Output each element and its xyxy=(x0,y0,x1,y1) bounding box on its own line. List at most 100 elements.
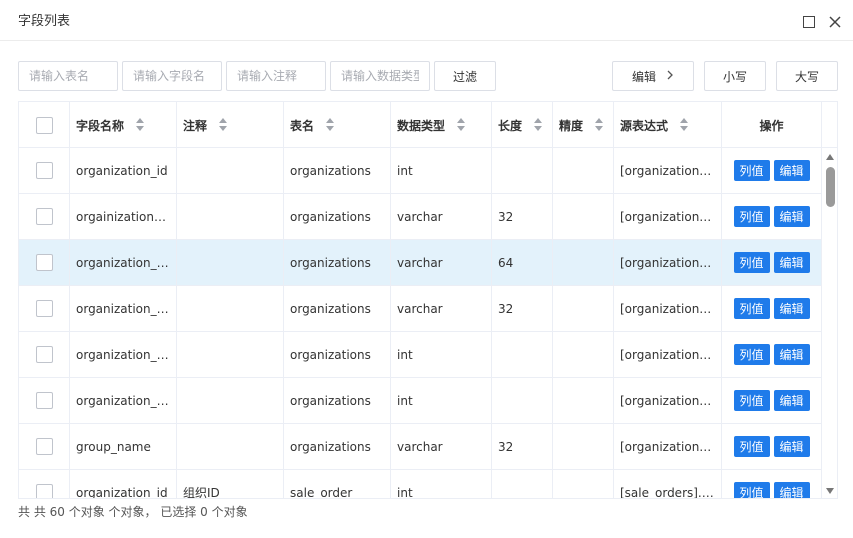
field-name: organization_name xyxy=(76,255,176,270)
header-select-all xyxy=(19,102,70,148)
comment-cell xyxy=(177,148,284,193)
field-name: organization_parent xyxy=(76,347,176,362)
table-scrollbar[interactable] xyxy=(822,148,837,498)
field-name: organization_id xyxy=(76,485,168,499)
comment-input[interactable] xyxy=(226,61,326,91)
uppercase-button[interactable]: 大写 xyxy=(776,61,838,91)
row-checkbox[interactable] xyxy=(35,392,53,409)
filter-button[interactable]: 过滤 xyxy=(434,61,496,91)
row-edit-button[interactable]: 编辑 xyxy=(773,252,810,273)
actions-cell: 列值 编辑 xyxy=(722,194,822,239)
row-select-cell xyxy=(19,470,70,498)
precision-cell xyxy=(553,286,614,331)
field-name-input[interactable] xyxy=(122,61,222,91)
column-values-button[interactable]: 列值 xyxy=(733,252,770,273)
edit-button[interactable]: 编辑 xyxy=(612,61,694,91)
row-edit-button[interactable]: 编辑 xyxy=(773,298,810,319)
header-source-expression[interactable]: 源表达式 xyxy=(614,102,722,148)
row-checkbox[interactable] xyxy=(35,300,53,317)
column-values-button[interactable]: 列值 xyxy=(733,298,770,319)
header-length[interactable]: 长度 xyxy=(492,102,553,148)
table-name: organizations xyxy=(290,301,371,316)
row-checkbox[interactable] xyxy=(35,484,53,498)
source-expression: [organizations].[organization_parent] xyxy=(620,347,721,362)
table-name: organizations xyxy=(290,347,371,362)
source-expression: [sale_orders].[organization_id] xyxy=(620,485,721,499)
column-values-button[interactable]: 列值 xyxy=(733,344,770,365)
row-checkbox[interactable] xyxy=(35,208,53,225)
column-values-button[interactable]: 列值 xyxy=(733,482,770,498)
maximize-icon[interactable] xyxy=(803,16,815,28)
row-edit-button[interactable]: 编辑 xyxy=(773,390,810,411)
table-name: organizations xyxy=(290,209,371,224)
sort-icon[interactable] xyxy=(680,118,689,132)
row-checkbox[interactable] xyxy=(35,346,53,363)
table-row[interactable]: group_name organizations varchar 32 [org… xyxy=(19,424,822,470)
field-name-cell: organization_level xyxy=(70,378,177,423)
sort-icon[interactable] xyxy=(219,118,228,132)
row-checkbox[interactable] xyxy=(35,254,53,271)
length-cell: 32 xyxy=(492,424,553,469)
actions-cell: 列值 编辑 xyxy=(722,332,822,377)
scrollbar-thumb[interactable] xyxy=(826,167,835,207)
column-values-button[interactable]: 列值 xyxy=(733,436,770,457)
header-table-name[interactable]: 表名 xyxy=(284,102,391,148)
table-row[interactable]: orgainization_code organizations varchar… xyxy=(19,194,822,240)
length-cell xyxy=(492,148,553,193)
sort-icon[interactable] xyxy=(457,118,466,132)
table-row[interactable]: organization_id 组织ID sale_order int [sal… xyxy=(19,470,822,499)
length: 32 xyxy=(498,209,514,224)
row-checkbox[interactable] xyxy=(35,162,53,179)
header-label: 数据类型 xyxy=(397,118,446,133)
source-expression-cell: [organizations].[organization_id] xyxy=(614,148,722,193)
data-type-input[interactable] xyxy=(330,61,430,91)
header-label: 长度 xyxy=(498,118,523,133)
header-label: 源表达式 xyxy=(620,118,669,133)
table-row[interactable]: organization_id organizations int [organ… xyxy=(19,148,822,194)
lowercase-button[interactable]: 小写 xyxy=(704,61,766,91)
scroll-up-icon[interactable] xyxy=(826,154,834,160)
row-edit-button[interactable]: 编辑 xyxy=(773,206,810,227)
column-values-button[interactable]: 列值 xyxy=(733,160,770,181)
column-values-button[interactable]: 列值 xyxy=(733,390,770,411)
table-name-cell: sale_order xyxy=(284,470,391,498)
sort-icon[interactable] xyxy=(136,118,145,132)
field-name: organization_level xyxy=(76,393,176,408)
comment-cell xyxy=(177,194,284,239)
source-expression-cell: [organizations].[organization_status] xyxy=(614,286,722,331)
data-type-cell: varchar xyxy=(391,424,492,469)
header-comment[interactable]: 注释 xyxy=(177,102,284,148)
table-row[interactable]: organization_level organizations int [or… xyxy=(19,378,822,424)
header-field-name[interactable]: 字段名称 xyxy=(70,102,177,148)
table-row[interactable]: organization_status organizations varcha… xyxy=(19,286,822,332)
table-name-input[interactable] xyxy=(18,61,118,91)
row-edit-button[interactable]: 编辑 xyxy=(773,160,810,181)
source-expression-cell: [sale_orders].[organization_id] xyxy=(614,470,722,499)
row-edit-button[interactable]: 编辑 xyxy=(773,344,810,365)
actions-cell: 列值 编辑 xyxy=(722,378,822,423)
source-expression: [organizations].[organization_status] xyxy=(620,301,721,316)
row-edit-button[interactable]: 编辑 xyxy=(773,436,810,457)
row-checkbox[interactable] xyxy=(35,438,53,455)
sort-icon[interactable] xyxy=(534,118,543,132)
row-edit-button[interactable]: 编辑 xyxy=(773,482,810,498)
row-select-cell xyxy=(19,148,70,193)
table-row[interactable]: organization_parent organizations int [o… xyxy=(19,332,822,378)
close-icon[interactable] xyxy=(826,13,844,31)
header-actions: 操作 xyxy=(722,102,822,148)
sort-icon[interactable] xyxy=(595,118,604,132)
column-values-button[interactable]: 列值 xyxy=(733,206,770,227)
select-all-checkbox[interactable] xyxy=(35,116,53,134)
data-type: varchar xyxy=(397,439,443,454)
scroll-down-icon[interactable] xyxy=(826,488,834,494)
header-precision[interactable]: 精度 xyxy=(553,102,614,148)
header-data-type[interactable]: 数据类型 xyxy=(391,102,492,148)
header-label: 注释 xyxy=(183,118,208,133)
length: 32 xyxy=(498,439,514,454)
actions-cell: 列值 编辑 xyxy=(722,470,822,498)
table-name-cell: organizations xyxy=(284,148,391,193)
edit-button-label: 编辑 xyxy=(631,69,656,84)
sort-icon[interactable] xyxy=(326,118,335,132)
table-row[interactable]: organization_name organizations varchar … xyxy=(19,240,822,286)
row-select-cell xyxy=(19,240,70,285)
